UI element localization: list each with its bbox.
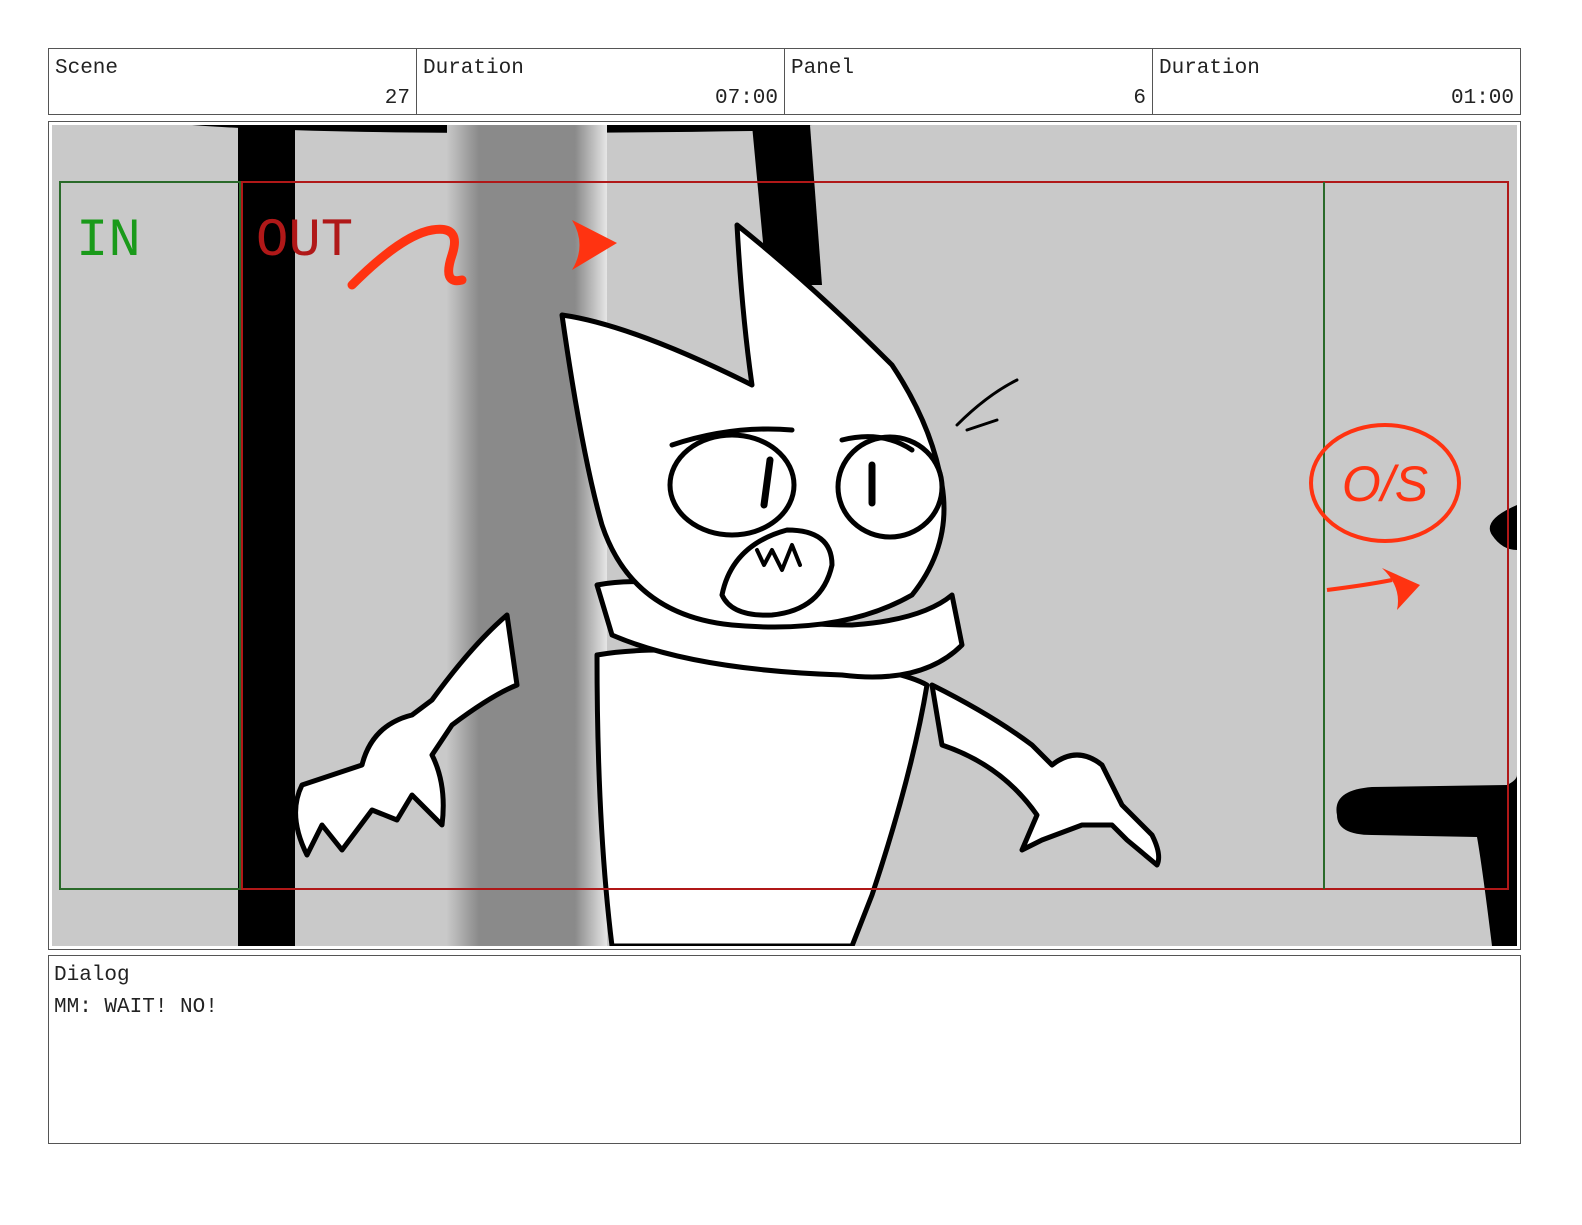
in-label: IN (76, 211, 141, 272)
dialog-box: Dialog MM: WAIT! NO! (48, 955, 1521, 1144)
panel-number: 6 (1133, 87, 1146, 110)
dialog-label: Dialog (54, 964, 130, 987)
scene-number: 27 (384, 87, 410, 110)
panel-duration-label: Duration (1159, 57, 1260, 80)
os-label: O/S (1342, 456, 1428, 512)
panel-drawing: IN OUT O/S (52, 125, 1517, 946)
scene-duration-cell: Duration 07:00 (417, 49, 785, 114)
scene-duration-value: 07:00 (714, 87, 778, 110)
out-label: OUT (256, 211, 353, 272)
storyboard-panel: IN OUT O/S (48, 121, 1521, 950)
panel-header: Scene 27 Duration 07:00 Panel 6 Duration… (48, 48, 1521, 115)
scene-label: Scene (55, 57, 119, 80)
scene-duration-label: Duration (423, 57, 524, 80)
panel-cell: Panel 6 (785, 49, 1153, 114)
panel-label: Panel (791, 57, 855, 80)
scene-cell: Scene 27 (49, 49, 417, 114)
panel-duration-cell: Duration 01:00 (1153, 49, 1520, 114)
dialog-text: MM: WAIT! NO! (54, 996, 218, 1019)
panel-duration-value: 01:00 (1450, 87, 1514, 110)
